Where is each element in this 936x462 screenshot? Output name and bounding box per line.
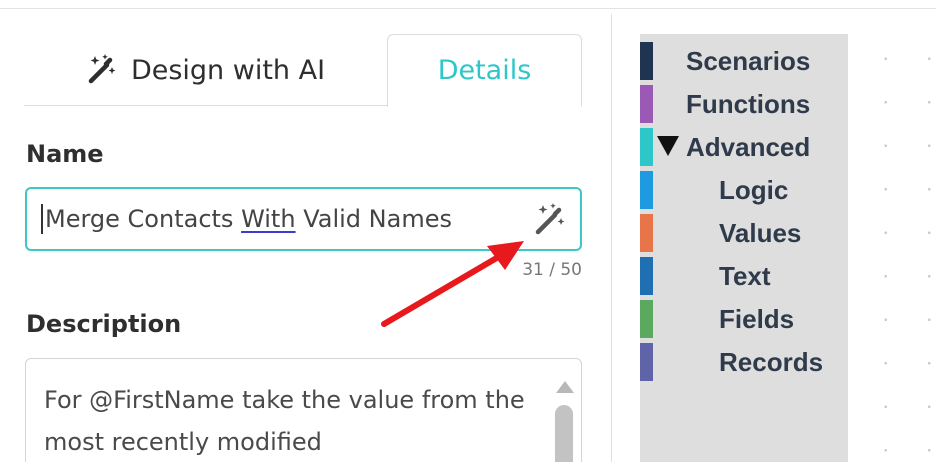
description-label: Description <box>26 310 182 338</box>
name-label: Name <box>26 140 104 168</box>
tab-details[interactable]: Details <box>387 34 582 107</box>
tab-bar: Design with AI Details <box>24 34 582 107</box>
character-counter: 31 / 50 <box>522 260 582 280</box>
top-border <box>0 0 936 9</box>
category-color-swatch <box>640 171 653 209</box>
scrollbar-thumb[interactable] <box>555 405 573 462</box>
category-color-swatch <box>640 343 653 381</box>
name-value: Merge Contacts With Valid Names <box>45 205 452 233</box>
category-label: Text <box>719 260 771 291</box>
category-values[interactable]: Values <box>640 214 848 252</box>
details-panel: Design with AI Details Name Merge Contac… <box>0 10 610 462</box>
description-value: For @FirstName take the value from the m… <box>44 386 525 456</box>
tab-design-with-ai[interactable]: Design with AI <box>24 34 386 106</box>
category-text[interactable]: Text <box>640 257 848 295</box>
category-label: Logic <box>719 174 789 205</box>
category-color-swatch <box>640 257 653 295</box>
category-records[interactable]: Records <box>640 343 848 381</box>
category-color-swatch <box>640 85 653 123</box>
category-color-swatch <box>640 128 653 166</box>
category-logic[interactable]: Logic <box>640 171 848 209</box>
workspace-canvas[interactable] <box>848 34 936 462</box>
category-color-swatch <box>640 300 653 338</box>
panel-divider <box>611 14 612 462</box>
name-value-part-1: Merge Contacts <box>45 205 242 233</box>
block-category-list: Scenarios Functions Advanced Logic Value… <box>640 34 848 462</box>
description-scrollbar[interactable] <box>547 359 581 462</box>
expand-triangle-icon[interactable] <box>657 136 679 156</box>
category-color-swatch <box>640 42 653 80</box>
category-advanced[interactable]: Advanced <box>640 128 848 166</box>
tab-details-label: Details <box>437 55 532 86</box>
text-caret <box>41 204 43 234</box>
category-scenarios[interactable]: Scenarios <box>640 42 848 80</box>
category-label: Functions <box>686 88 811 119</box>
category-label: Values <box>719 217 802 248</box>
magic-wand-icon[interactable] <box>532 202 568 238</box>
tab-design-with-ai-label: Design with AI <box>130 54 326 86</box>
description-textarea[interactable]: For @FirstName take the value from the m… <box>25 358 582 462</box>
category-label: Scenarios <box>686 45 811 76</box>
name-value-part-3: Valid Names <box>295 205 452 233</box>
magic-wand-icon <box>88 54 116 84</box>
category-functions[interactable]: Functions <box>640 85 848 123</box>
category-label: Advanced <box>686 131 811 162</box>
category-label: Fields <box>719 303 795 334</box>
category-fields[interactable]: Fields <box>640 300 848 338</box>
name-value-spellcheck-word: With <box>241 205 296 233</box>
category-label: Records <box>719 346 824 377</box>
name-input[interactable]: Merge Contacts With Valid Names <box>25 187 582 251</box>
category-color-swatch <box>640 214 653 252</box>
scroll-up-arrow-icon[interactable] <box>556 381 574 393</box>
